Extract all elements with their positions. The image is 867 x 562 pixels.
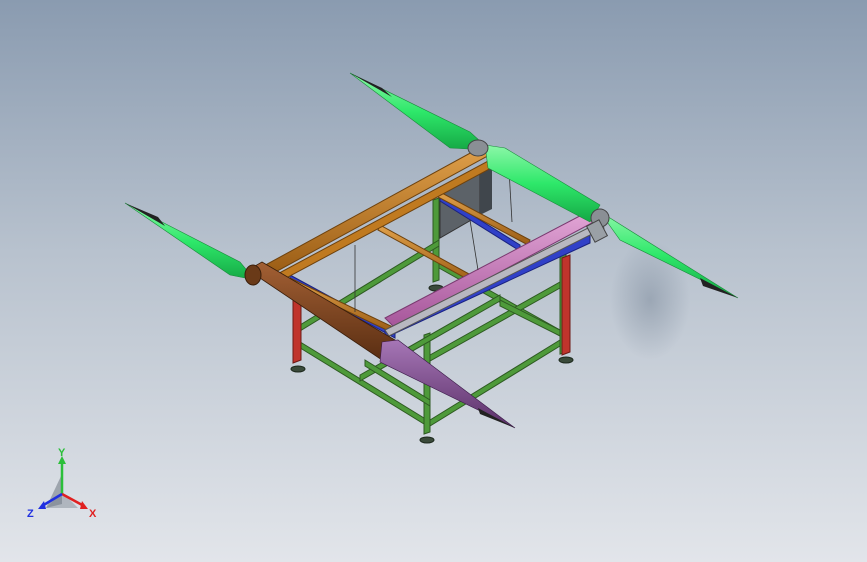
y-axis-label: Y — [58, 447, 66, 459]
red-leg-right — [561, 254, 571, 356]
brown-roller — [247, 261, 396, 361]
foot-left — [290, 365, 306, 373]
x-axis-arrow — [80, 501, 88, 509]
brown-roller-end — [244, 264, 262, 286]
view-orientation-triad[interactable]: Y X Z — [22, 446, 106, 526]
red-leg-left — [292, 296, 302, 364]
spindle-upper-body — [484, 144, 601, 223]
x-axis-label: X — [89, 508, 97, 520]
foot-right — [558, 356, 574, 364]
z-axis-arrow — [38, 501, 46, 509]
spindle-lower-left-cone — [124, 202, 256, 281]
cad-graphics-viewport[interactable]: Y X Z — [0, 0, 867, 562]
foot-front — [419, 436, 435, 444]
z-axis-label: Z — [27, 508, 34, 520]
ground-shadow — [610, 240, 690, 360]
assembly-model[interactable] — [0, 0, 867, 562]
spindle-upper-hub — [467, 139, 489, 157]
wire-3 — [469, 219, 479, 271]
